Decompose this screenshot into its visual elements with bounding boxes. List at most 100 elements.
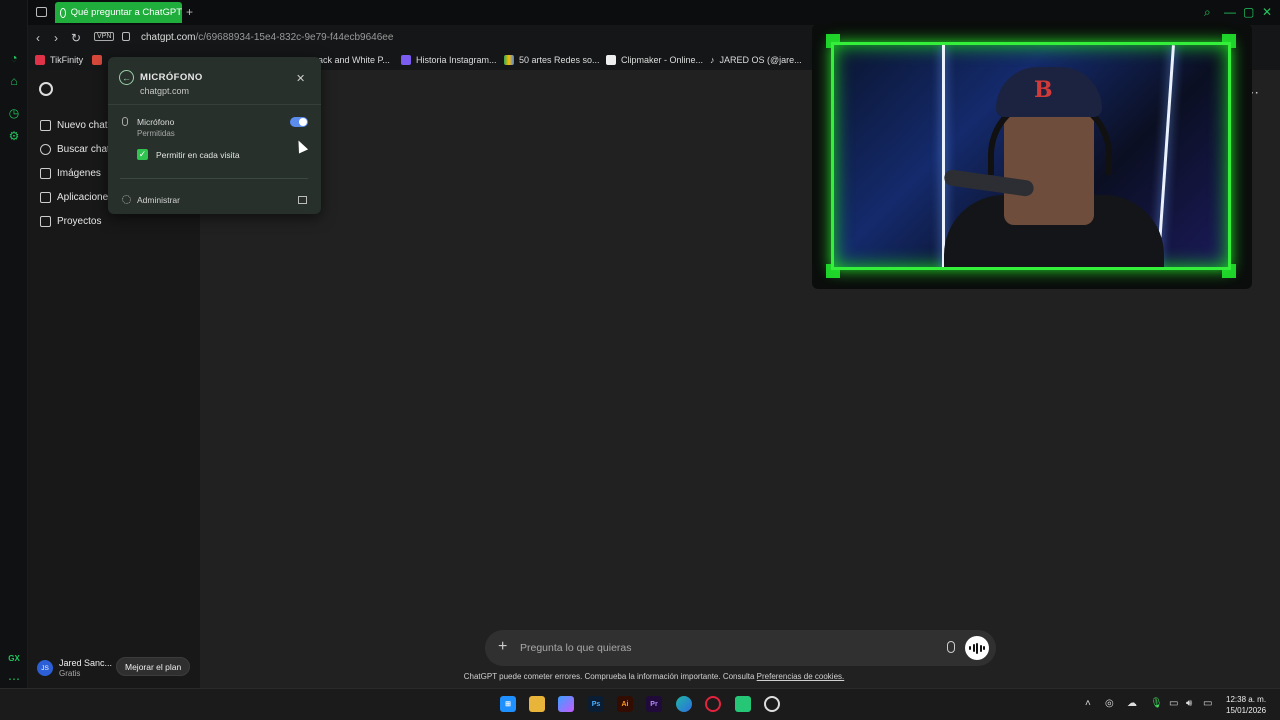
vpn-badge[interactable]: VPN <box>94 32 115 41</box>
composer: + Pregunta lo que quieras <box>485 630 996 666</box>
chatgpt-logo-icon[interactable] <box>39 82 53 96</box>
neon-light <box>942 45 945 267</box>
prompt-input[interactable]: Pregunta lo que quieras <box>520 642 632 654</box>
sidebar-item-label: Imágenes <box>57 168 101 179</box>
sidebar-item-apps[interactable]: Aplicaciones <box>40 192 113 203</box>
popup-header: ← MICRÓFONO chatgpt.com ✕ <box>108 57 321 105</box>
popup-title: MICRÓFONO <box>140 72 203 83</box>
search-icon[interactable]: ⌕ <box>1204 5 1211 20</box>
file-explorer-icon[interactable] <box>529 696 545 712</box>
screen: Qué preguntar a ChatGPT + ⌕ — ▢ ✕ ◔ ⌂ ◷ … <box>0 0 1280 720</box>
tab-chatgpt[interactable]: Qué preguntar a ChatGPT <box>55 2 182 23</box>
divider <box>120 178 308 179</box>
clock-date: 15/01/2026 <box>1226 706 1267 715</box>
apps-icon <box>40 192 51 203</box>
volume-icon[interactable]: 🔊︎ <box>1186 698 1192 709</box>
microphone-toggle[interactable] <box>290 117 308 127</box>
url-field[interactable]: chatgpt.com/c/69688934-15e4-832c-9e79-f4… <box>141 32 393 43</box>
cap-logo: B <box>1034 77 1053 103</box>
reload-icon[interactable]: ↻ <box>71 31 81 45</box>
history-icon[interactable]: ◷ <box>6 105 22 121</box>
bookmark-jared-os[interactable]: ♪ JARED OS (@jare... <box>710 55 802 65</box>
windows-start-icon[interactable]: ⊞ <box>500 696 516 712</box>
open-external-icon[interactable] <box>298 196 307 204</box>
onedrive-icon[interactable]: ☁ <box>1127 698 1137 709</box>
battery-icon[interactable]: ▭ <box>1203 698 1212 709</box>
sidebar-item-projects[interactable]: Proyectos <box>40 216 101 227</box>
tray-app-icon[interactable]: ◎ <box>1105 698 1114 709</box>
microphone-label: Micrófono <box>137 117 175 127</box>
gx-corner-icon[interactable]: GX <box>6 650 22 666</box>
settings-icon[interactable]: ⚙ <box>6 128 22 144</box>
webcam-overlay: B <box>812 24 1252 289</box>
clipmaker-icon <box>606 55 616 65</box>
bookmark-red-icon <box>92 55 102 65</box>
sidebar-item-label: Buscar chats <box>57 144 115 155</box>
voice-mode-button[interactable] <box>965 636 989 660</box>
gear-icon <box>122 195 131 204</box>
gx-bag-icon[interactable]: ⌂ <box>6 73 22 89</box>
webcam-feed: B <box>831 42 1231 270</box>
lock-icon[interactable] <box>122 32 130 41</box>
illustrator-icon[interactable]: Ai <box>617 696 633 712</box>
bookmark-50-artes[interactable]: 50 artes Redes so... <box>504 55 600 65</box>
url-host: chatgpt.com <box>141 32 196 43</box>
disclaimer: ChatGPT puede cometer errores. Comprueba… <box>28 672 1280 681</box>
tiktok-icon: ♪ <box>710 55 715 65</box>
tab-title: Qué preguntar a ChatGPT <box>70 7 182 18</box>
opera-gx-taskbar-icon[interactable] <box>705 696 721 712</box>
sidebar-item-label: Nuevo chat <box>57 120 108 131</box>
bookmark-clipmaker[interactable]: Clipmaker - Online... <box>606 55 703 65</box>
close-icon[interactable]: ✕ <box>296 72 305 85</box>
tikfinity-icon <box>35 55 45 65</box>
tray-overflow-icon[interactable]: ˄ <box>1085 698 1091 709</box>
microphone-status: Permitidas <box>137 129 175 138</box>
premiere-icon[interactable]: Pr <box>646 696 662 712</box>
gx-control-icon[interactable]: ◔ <box>6 50 22 66</box>
drive-icon <box>504 55 514 65</box>
system-clock[interactable]: 12:38 a. m. 15/01/2026 <box>1226 694 1266 716</box>
gx-sidebar: ◔ ⌂ ◷ ⚙ GX ⋯ <box>0 0 28 688</box>
sidebar-item-label: Proyectos <box>57 216 102 227</box>
chatgpt-favicon-icon <box>60 7 66 18</box>
sidebar-item-images[interactable]: Imágenes <box>40 168 101 179</box>
add-attachment-icon[interactable]: + <box>498 638 507 656</box>
bookmark-black-white[interactable]: ack and White P... <box>318 55 390 65</box>
bookmark-label: Historia Instagram... <box>416 55 497 65</box>
forward-icon[interactable]: › <box>54 31 58 45</box>
new-tab-icon[interactable]: + <box>186 5 193 19</box>
display-icon[interactable]: ▭ <box>1169 698 1178 709</box>
obs-icon[interactable] <box>764 696 780 712</box>
tab-menu-icon[interactable] <box>36 7 47 17</box>
bookmark-label: ack and White P... <box>318 55 390 65</box>
back-icon[interactable]: ‹ <box>36 31 40 45</box>
photoshop-icon[interactable]: Ps <box>588 696 604 712</box>
bookmark-label: 50 artes Redes so... <box>519 55 600 65</box>
tab-bar: Qué preguntar a ChatGPT + ⌕ — ▢ ✕ <box>0 0 1280 25</box>
back-arrow-icon[interactable]: ← <box>119 70 134 85</box>
popup-site: chatgpt.com <box>140 86 190 96</box>
minimize-icon[interactable]: — <box>1224 5 1236 19</box>
microphone-tray-icon[interactable]: 🎙︎ <box>1150 698 1163 709</box>
bookmark-tikfinity[interactable]: TikFinity <box>35 55 83 65</box>
site-permission-popup: ← MICRÓFONO chatgpt.com ✕ Micrófono Perm… <box>108 57 321 214</box>
edge-icon[interactable] <box>676 696 692 712</box>
copilot-icon[interactable] <box>558 696 574 712</box>
clock-time: 12:38 a. m. <box>1226 695 1267 704</box>
bookmark-historia[interactable]: Historia Instagram... <box>401 55 497 65</box>
bookmark-label: TikFinity <box>50 55 84 65</box>
more-icon[interactable]: ⋯ <box>6 671 22 687</box>
allow-every-visit-label: Permitir en cada visita <box>156 150 240 160</box>
cookie-preferences-link[interactable]: Preferencias de cookies. <box>757 672 845 681</box>
close-window-icon[interactable]: ✕ <box>1262 5 1272 19</box>
sidebar-item-new-chat[interactable]: Nuevo chat <box>40 120 108 131</box>
maximize-icon[interactable]: ▢ <box>1243 5 1254 19</box>
manage-link[interactable]: Administrar <box>137 195 180 205</box>
image-icon <box>40 168 51 179</box>
green-app-icon[interactable] <box>735 696 751 712</box>
bookmark-label: JARED OS (@jare... <box>719 55 802 65</box>
allow-every-visit-checkbox[interactable]: ✓ <box>137 149 148 160</box>
dictate-mic-icon[interactable] <box>947 641 955 653</box>
sidebar-item-search[interactable]: Buscar chats <box>40 144 115 155</box>
bookmark-red[interactable] <box>92 55 102 65</box>
